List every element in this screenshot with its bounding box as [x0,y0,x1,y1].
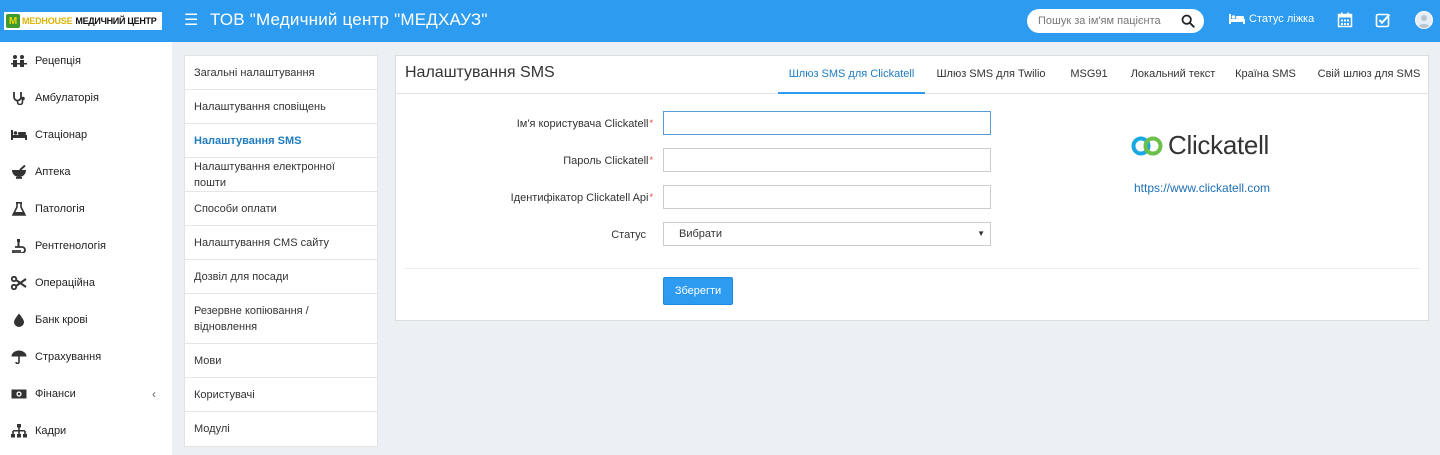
sidebar-item-label: Операційна [35,277,95,289]
settings-item-payment-methods[interactable]: Способи оплати [185,192,377,226]
tab-clickatell[interactable]: Шлюз SMS для Clickatell [778,56,925,94]
org-chart-icon [11,424,27,438]
task-check-icon[interactable] [1375,12,1391,28]
patient-search-input[interactable] [1038,15,1178,27]
settings-item-cms[interactable]: Налаштування CMS сайту [185,226,377,260]
sidebar-item-label: Кадри [35,425,67,437]
user-avatar[interactable] [1415,11,1433,29]
settings-item-backup-restore[interactable]: Резервне копіювання / відновлення [185,294,377,344]
sidebar-item-hr[interactable]: Кадри [0,413,172,449]
app-logo[interactable]: M MEDHOUSE МЕДИЧНИЙ ЦЕНТР [4,12,162,30]
sidebar-item-blood-bank[interactable]: Банк крові [0,302,172,338]
menu-toggle-icon[interactable]: ☰ [184,12,198,30]
sidebar-item-label: Аптека [35,166,71,178]
clickatell-logo-text: Clickatell [1168,130,1270,160]
chevron-left-icon[interactable]: ‹ [152,387,156,401]
settings-item-role-permission[interactable]: Дозвіл для посади [185,260,377,294]
mortar-icon [12,165,26,179]
settings-menu: Загальні налаштування Налаштування спові… [184,55,378,447]
status-select[interactable]: Вибрати ▼ [663,222,991,246]
bed-status-label: Статус ліжка [1249,13,1315,25]
required-marker: * [649,192,653,202]
bed-icon [11,130,27,140]
form-divider [405,268,1419,269]
sidebar-item-label: Банк крові [35,314,88,326]
money-icon [11,389,27,399]
panel-title: Налаштування SMS [405,64,555,81]
settings-item-general[interactable]: Загальні налаштування [185,56,377,90]
calendar-icon[interactable] [1337,12,1353,28]
sidebar-item-label: Рентгенологія [35,240,106,252]
save-button[interactable]: Зберегти [663,277,733,305]
sidebar-item-outpatient[interactable]: Амбулаторія [0,80,172,116]
tab-custom-gateway[interactable]: Свій шлюз для SMS [1313,56,1425,94]
bed-status-link[interactable]: Статус ліжка [1229,13,1314,25]
xray-icon [12,239,26,253]
settings-item-sms[interactable]: Налаштування SMS [185,124,377,158]
status-select-value: Вибрати [679,228,722,240]
username-label: Ім'я користувача Clickatell* [516,118,653,130]
sidebar-item-reception[interactable]: Рецепція [0,43,172,79]
password-label: Пароль Clickatell* [563,155,653,167]
sidebar-item-label: Фінанси [35,388,76,400]
settings-item-email[interactable]: Налаштування електронної пошти [185,158,377,192]
settings-item-languages[interactable]: Мови [185,344,377,378]
sidebar-item-pathology[interactable]: Патологія [0,191,172,227]
tab-country-sms[interactable]: Країна SMS [1229,56,1302,94]
bed-icon [1229,14,1245,24]
flask-icon [11,202,27,216]
required-marker: * [649,118,653,128]
user-avatar-icon [1418,15,1430,28]
clickatell-website-link[interactable]: https://www.clickatell.com [1134,181,1270,195]
clickatell-password-input[interactable] [663,148,991,172]
sidebar-item-pharmacy[interactable]: Аптека [0,154,172,190]
sidebar-item-finance[interactable]: Фінанси ‹ [0,376,172,412]
clickatell-username-input[interactable] [663,111,991,135]
organization-title: ТОВ "Медичний центр "МЕДХАУЗ" [210,10,488,29]
top-header: M MEDHOUSE МЕДИЧНИЙ ЦЕНТР ☰ ТОВ "Медични… [0,0,1440,42]
clickatell-logo: Clickatell [1130,130,1269,161]
sidebar-item-radiology[interactable]: Рентгенологія [0,228,172,264]
logo-mark-icon: M [6,14,20,28]
api-id-label: Ідентифікатор Clickatell Api* [510,192,653,204]
umbrella-icon [11,350,27,364]
sidebar-item-label: Патологія [35,203,85,215]
clickatell-rings-icon [1131,136,1163,155]
settings-item-modules[interactable]: Модулі [185,412,377,446]
settings-item-notifications[interactable]: Налаштування сповіщень [185,90,377,124]
sms-settings-panel: Налаштування SMS Шлюз SMS для Clickatell… [395,55,1429,321]
clickatell-api-id-input[interactable] [663,185,991,209]
tab-local-text[interactable]: Локальний текст [1125,56,1221,94]
search-icon[interactable] [1181,14,1195,28]
logo-subtitle: МЕДИЧНИЙ ЦЕНТР [75,16,157,26]
sidebar-item-label: Стаціонар [35,129,88,141]
settings-item-users[interactable]: Користувачі [185,378,377,412]
required-marker: * [649,155,653,165]
sidebar-item-label: Амбулаторія [35,92,99,104]
tab-twilio[interactable]: Шлюз SMS для Twilio [932,56,1050,94]
logo-brand: MEDHOUSE [22,16,73,26]
sidebar-item-inpatient[interactable]: Стаціонар [0,117,172,153]
reception-icon [11,55,27,67]
scissors-icon [11,276,27,290]
chevron-down-icon: ▼ [977,229,985,238]
status-label: Статус [611,229,646,241]
stethoscope-icon [13,92,25,105]
sidebar-item-label: Страхування [35,351,102,363]
sidebar-item-insurance[interactable]: Страхування [0,339,172,375]
tab-msg91[interactable]: MSG91 [1063,56,1115,94]
main-sidebar: Рецепція Амбулаторія Стаціонар Аптека Па… [0,42,172,455]
drop-icon [14,313,24,327]
sidebar-item-label: Рецепція [35,55,81,67]
patient-search [1027,9,1204,33]
sidebar-item-operating[interactable]: Операційна [0,265,172,301]
